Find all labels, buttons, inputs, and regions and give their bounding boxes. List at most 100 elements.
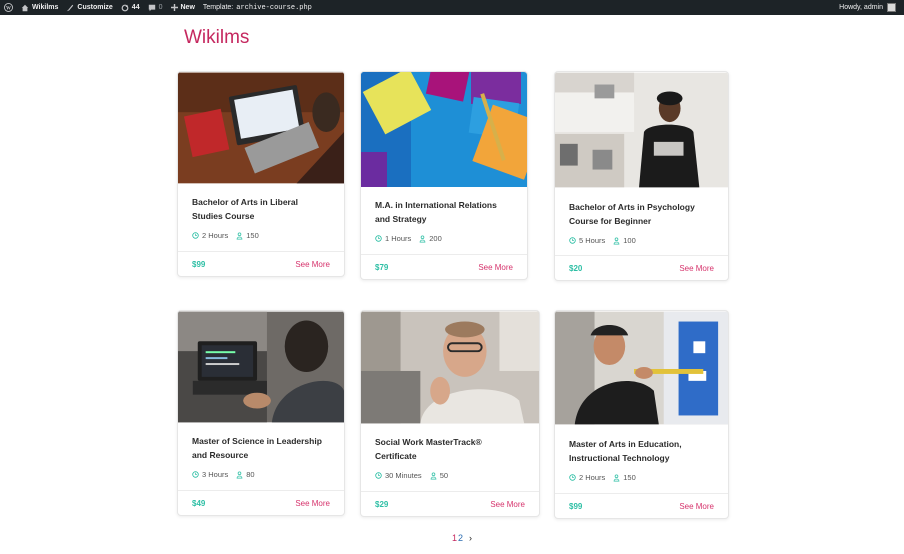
comment-icon (148, 4, 155, 11)
course-students: 100 (613, 236, 636, 245)
pagination: 1 2 › (452, 533, 472, 543)
admin-bar-new-label: New (180, 4, 195, 11)
course-card[interactable]: Master of Science in Leadership and Reso… (177, 310, 345, 516)
course-card[interactable]: Bachelor of Arts in Psychology Course fo… (554, 71, 729, 281)
wordpress-logo-icon[interactable]: W (0, 0, 17, 15)
course-students-text: 200 (429, 234, 442, 243)
students-icon (236, 470, 243, 479)
course-image[interactable] (361, 311, 539, 424)
course-price: $99 (192, 259, 206, 269)
avatar (887, 3, 896, 12)
course-duration-text: 2 Hours (579, 473, 606, 482)
course-footer: $99 See More (178, 251, 344, 276)
students-icon (613, 236, 620, 245)
course-footer: $20 See More (555, 255, 728, 280)
admin-bar-comments-count: 0 (158, 4, 163, 11)
admin-bar-updates-count: 44 (131, 4, 140, 11)
course-duration-text: 2 Hours (202, 231, 229, 240)
clock-icon (569, 237, 576, 244)
course-title[interactable]: Bachelor of Arts in Psychology Course fo… (569, 201, 714, 228)
students-icon (236, 231, 243, 240)
admin-bar-account[interactable]: Howdy, admin (835, 0, 900, 15)
course-duration: 1 Hours (375, 234, 411, 243)
course-image[interactable] (361, 72, 528, 187)
course-students-text: 80 (246, 470, 255, 479)
svg-text:W: W (6, 6, 11, 11)
clock-icon (192, 232, 199, 239)
course-duration: 2 Hours (569, 473, 605, 482)
home-icon (21, 4, 29, 11)
admin-bar-customize[interactable]: Customize (62, 0, 116, 15)
brush-icon (67, 4, 74, 11)
admin-bar-new[interactable]: New (167, 0, 199, 15)
course-students: 150 (613, 473, 636, 482)
course-title[interactable]: Social Work MasterTrack® Certificate (375, 436, 525, 463)
course-footer: $79 See More (361, 254, 527, 279)
admin-bar-site-link[interactable]: Wikilms (17, 0, 62, 15)
course-price: $20 (569, 263, 583, 273)
course-title[interactable]: Master of Arts in Education, Instruction… (569, 438, 714, 465)
admin-bar-template-file: archive-course.php (236, 3, 312, 12)
course-students: 200 (419, 234, 442, 243)
admin-bar-updates[interactable]: 44 (117, 0, 144, 15)
course-card[interactable]: Bachelor of Arts in Liberal Studies Cour… (177, 71, 345, 277)
clock-icon (569, 474, 576, 481)
admin-bar-customize-label: Customize (77, 4, 113, 11)
see-more-link[interactable]: See More (295, 499, 330, 508)
course-price: $29 (375, 499, 389, 509)
clock-icon (192, 471, 199, 478)
course-students-text: 150 (623, 473, 636, 482)
course-duration-text: 5 Hours (579, 236, 606, 245)
course-duration-text: 1 Hours (385, 234, 412, 243)
students-icon (419, 234, 426, 243)
students-icon (613, 473, 620, 482)
students-icon (430, 471, 437, 480)
course-duration: 5 Hours (569, 236, 605, 245)
see-more-link[interactable]: See More (679, 264, 714, 273)
see-more-link[interactable]: See More (478, 263, 513, 272)
admin-bar-comments[interactable]: 0 (144, 0, 167, 15)
admin-bar-template-label: Template: (202, 4, 234, 11)
course-price: $49 (192, 498, 206, 508)
next-page-icon[interactable]: › (469, 533, 472, 543)
course-price: $99 (569, 501, 583, 511)
course-card[interactable]: M.A. in International Relations and Stra… (360, 71, 528, 280)
see-more-link[interactable]: See More (679, 502, 714, 511)
course-image[interactable] (178, 311, 344, 423)
course-card[interactable]: Social Work MasterTrack® Certificate 30 … (360, 310, 540, 517)
course-title[interactable]: Master of Science in Leadership and Reso… (192, 435, 330, 462)
course-image[interactable] (555, 311, 728, 425)
course-students: 80 (236, 470, 255, 479)
see-more-link[interactable]: See More (295, 260, 330, 269)
admin-bar-site-name: Wikilms (32, 4, 59, 11)
course-title[interactable]: Bachelor of Arts in Liberal Studies Cour… (192, 196, 330, 223)
admin-bar-greeting: Howdy, admin (839, 4, 883, 11)
page-link-2[interactable]: 2 (458, 533, 463, 543)
course-title[interactable]: M.A. in International Relations and Stra… (375, 199, 513, 226)
course-students-text: 50 (439, 471, 449, 480)
page-current: 1 (452, 533, 458, 543)
course-students-text: 100 (623, 236, 636, 245)
clock-icon (375, 472, 382, 479)
page-title: Wikilms (184, 27, 250, 48)
plus-icon (170, 4, 178, 11)
course-students-text: 150 (246, 231, 259, 240)
course-duration-text: 30 Minutes (385, 471, 422, 480)
course-footer: $49 See More (178, 490, 344, 515)
clock-icon (375, 235, 382, 242)
updates-icon (121, 4, 129, 11)
course-duration: 3 Hours (192, 470, 228, 479)
course-students: 150 (236, 231, 259, 240)
course-students: 50 (430, 471, 448, 480)
admin-bar-template[interactable]: Template: archive-course.php (199, 0, 316, 15)
course-footer: $29 See More (361, 491, 539, 516)
course-duration-text: 3 Hours (202, 470, 229, 479)
course-image[interactable] (178, 72, 344, 184)
course-card[interactable]: Master of Arts in Education, Instruction… (554, 310, 729, 519)
admin-bar: W Wikilms Customize 44 0 New Template: a… (0, 0, 904, 15)
see-more-link[interactable]: See More (490, 500, 525, 509)
course-price: $79 (375, 262, 389, 272)
course-duration: 2 Hours (192, 231, 228, 240)
course-duration: 30 Minutes (375, 471, 422, 480)
course-image[interactable] (555, 72, 728, 188)
